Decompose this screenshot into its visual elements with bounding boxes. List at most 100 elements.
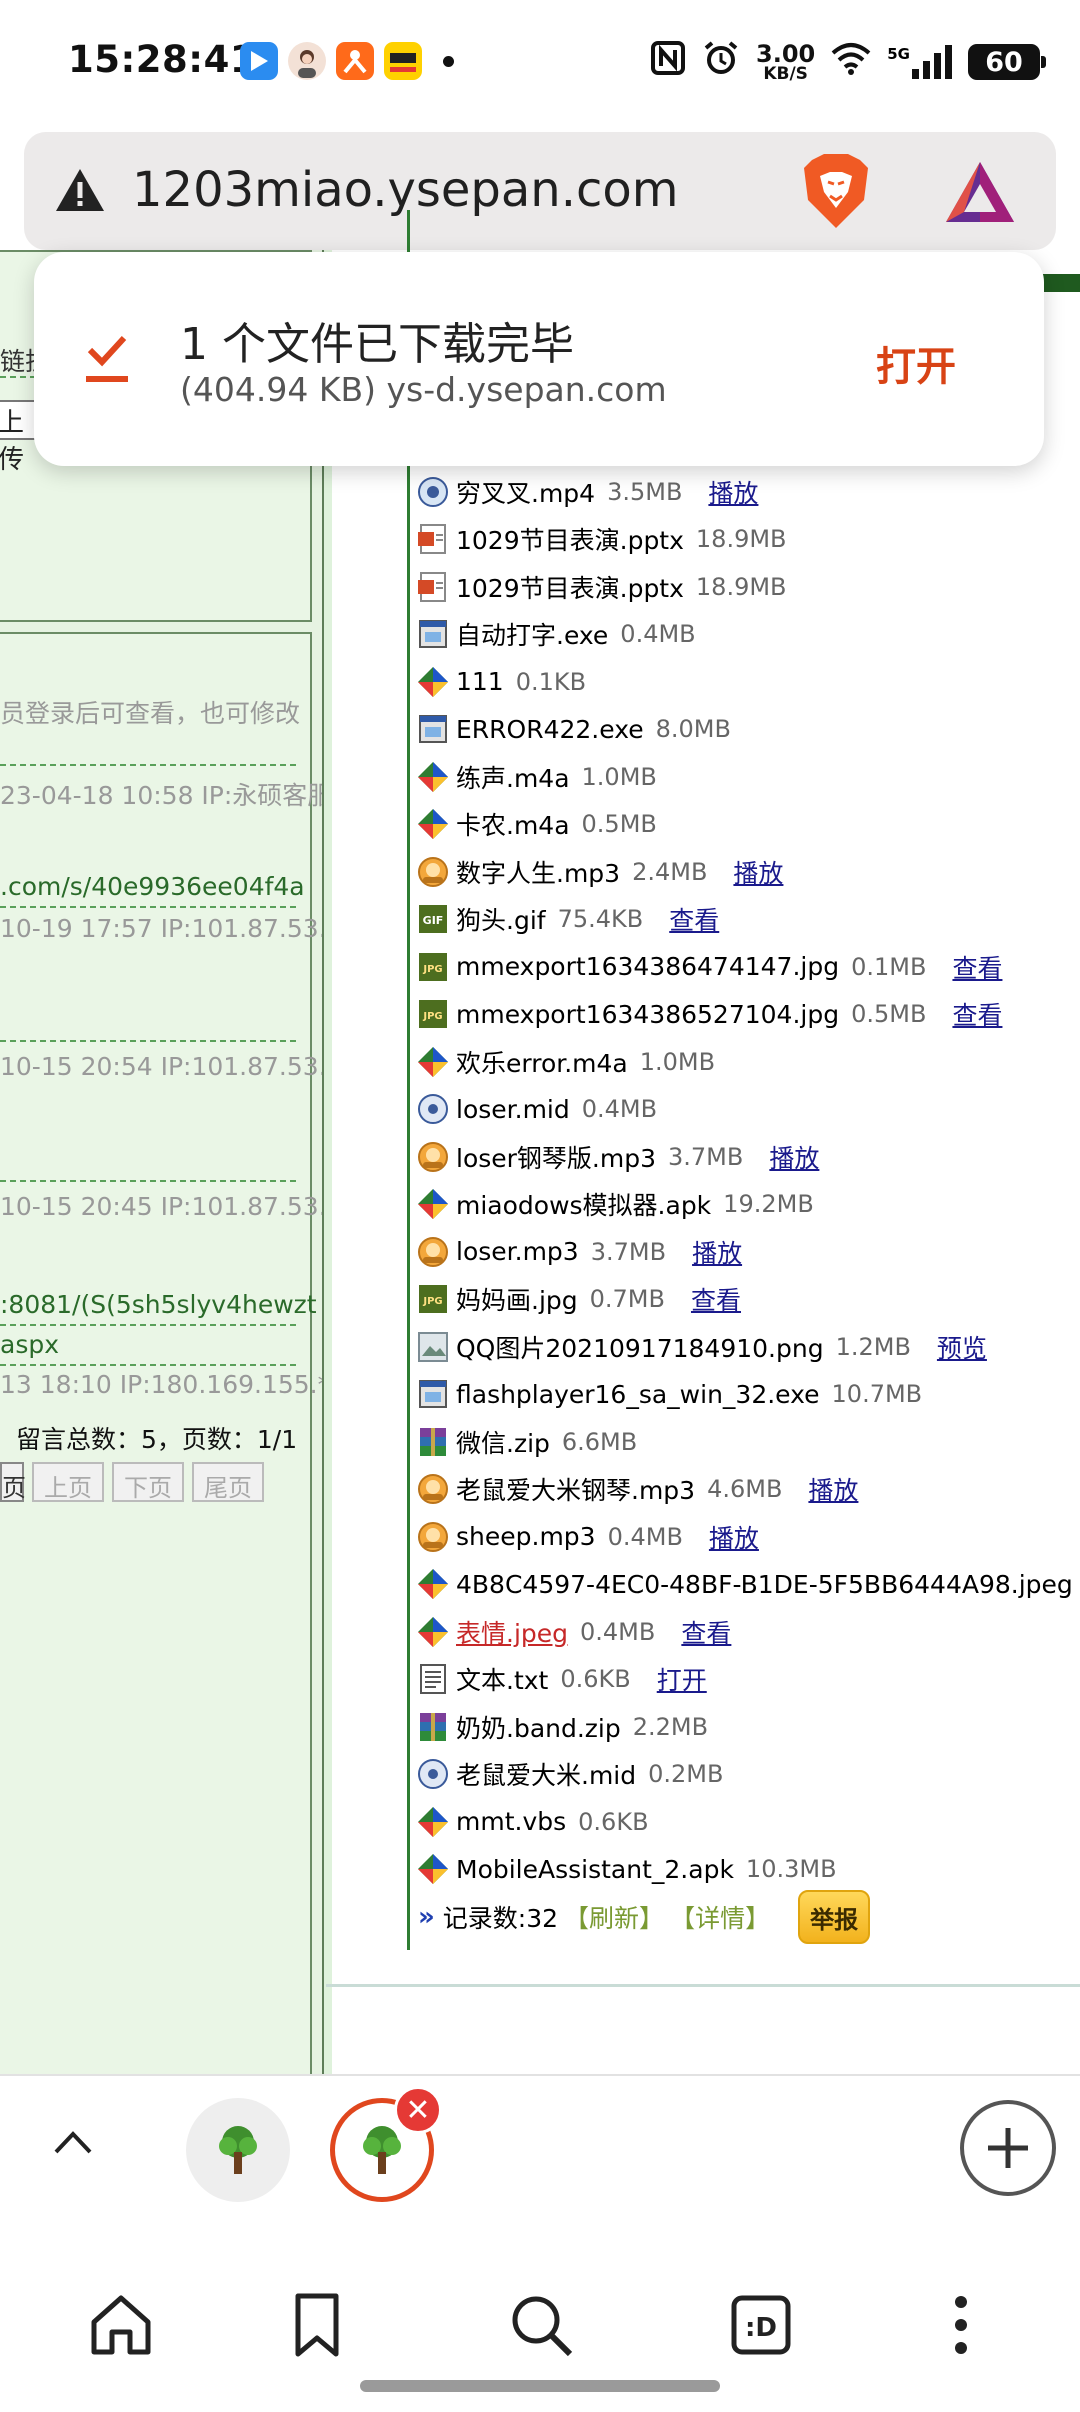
file-action-link[interactable]: 播放 — [692, 1234, 742, 1270]
open-file-button[interactable]: 打开 — [876, 334, 956, 392]
file-name-link[interactable]: 老鼠爱大米.mid — [456, 1756, 636, 1792]
file-action-link[interactable]: 播放 — [708, 474, 758, 510]
new-tab-button[interactable] — [960, 2100, 1056, 2196]
report-button[interactable]: 举报 — [798, 1890, 871, 1944]
file-name-link[interactable]: loser.mp3 — [456, 1237, 579, 1266]
file-size: 0.4MB — [580, 1617, 656, 1646]
file-name-link[interactable]: 表情.jpeg — [456, 1614, 568, 1650]
file-name-link[interactable]: 练声.m4a — [456, 759, 570, 795]
close-tab-icon[interactable]: ✕ — [394, 2086, 442, 2134]
records-bar: » 记录数:32 【刷新】 【详情】 举报 — [418, 1890, 871, 1944]
divider — [0, 1040, 296, 1042]
svg-text:JPG: JPG — [422, 1296, 442, 1307]
audio-icon — [418, 1474, 448, 1505]
home-icon[interactable] — [86, 2290, 156, 2360]
pager-prev-button[interactable]: 上页 — [32, 1462, 104, 1502]
presentation-icon — [418, 524, 446, 555]
refresh-link[interactable]: 【刷新】 — [564, 1899, 664, 1935]
file-row: loser钢琴版.mp3 3.7MB 播放 — [416, 1133, 1080, 1181]
file-row: 1029节目表演.pptx 18.9MB — [416, 563, 1080, 611]
file-name-link[interactable]: 文本.txt — [456, 1661, 548, 1697]
divider — [0, 906, 296, 908]
file-size: 0.5MB — [581, 810, 657, 839]
file-action-link[interactable]: 查看 — [952, 949, 1002, 985]
file-name-link[interactable]: 自动打字.exe — [456, 616, 608, 652]
browser-screen: { "status_bar": { "time": "15:28:41", "s… — [0, 0, 1080, 2412]
file-action-link[interactable]: 查看 — [691, 1281, 741, 1317]
avatar-notification-icon — [288, 42, 326, 80]
more-menu-icon[interactable] — [926, 2290, 996, 2360]
file-action-link[interactable]: 播放 — [733, 854, 783, 890]
url-text[interactable]: 1203miao.ysepan.com — [132, 162, 678, 218]
executable-icon — [419, 1380, 447, 1409]
file-action-link[interactable]: 预览 — [937, 1329, 987, 1365]
archive-icon — [420, 1712, 446, 1741]
search-icon[interactable] — [506, 2290, 576, 2360]
file-name-link[interactable]: 4B8C4597-4EC0-48BF-B1DE-5F5BB6444A98.jpe… — [456, 1570, 1073, 1599]
file-name-link[interactable]: sheep.mp3 — [456, 1522, 596, 1551]
file-name-link[interactable]: 老鼠爱大米钢琴.mp3 — [456, 1471, 695, 1507]
file-name-link[interactable]: miaodows模拟器.apk — [456, 1186, 711, 1222]
file-name-link[interactable]: MobileAssistant_2.apk — [456, 1855, 734, 1884]
tab-switcher-icon[interactable]: :D — [726, 2290, 796, 2360]
toast-subtitle: (404.94 KB) ys-d.ysepan.com — [180, 370, 667, 409]
file-name-link[interactable]: 数字人生.mp3 — [456, 854, 620, 890]
file-action-link[interactable]: 播放 — [709, 1519, 759, 1555]
file-size: 6.6MB — [561, 1427, 638, 1456]
file-name-link[interactable]: 奶奶.band.zip — [456, 1709, 621, 1745]
file-action-link[interactable]: 打开 — [657, 1661, 707, 1697]
message-link[interactable]: .com/s/40e9936ee04f4a — [0, 872, 305, 901]
message-link[interactable]: aspx — [0, 1330, 59, 1359]
file-name-link[interactable]: 穷叉叉.mp4 — [456, 474, 595, 510]
file-name-link[interactable]: 111 — [456, 667, 504, 696]
file-row: JPG mmexport1634386474147.jpg 0.1MB 查看 — [416, 943, 1080, 991]
details-link[interactable]: 【详情】 — [670, 1899, 770, 1935]
pager-next-button[interactable]: 下页 — [112, 1462, 184, 1502]
address-bar[interactable]: 1203miao.ysepan.com — [24, 132, 1056, 250]
file-name-link[interactable]: 狗头.gif — [456, 901, 546, 937]
file-name-link[interactable]: 卡农.m4a — [456, 806, 570, 842]
file-name-link[interactable]: 1029节目表演.pptx — [456, 569, 684, 605]
file-name-link[interactable]: mmt.vbs — [456, 1807, 566, 1836]
svg-text:JPG: JPG — [422, 964, 442, 975]
gesture-bar[interactable] — [360, 2380, 720, 2392]
midi-icon — [418, 1094, 448, 1125]
file-name-link[interactable]: ERROR422.exe — [456, 715, 644, 744]
message-link[interactable]: :8081/(S(5sh5slyv4hewzt — [0, 1290, 317, 1319]
file-size: 2.2MB — [632, 1712, 709, 1741]
file-name-link[interactable]: loser钢琴版.mp3 — [456, 1139, 656, 1175]
not-secure-warning-icon[interactable] — [54, 166, 106, 214]
file-name-link[interactable]: QQ图片20210917184910.png — [456, 1329, 824, 1365]
brave-rewards-icon[interactable] — [942, 158, 1018, 226]
tab-thumbnail[interactable] — [186, 2098, 290, 2202]
file-name-link[interactable]: flashplayer16_sa_win_32.exe — [456, 1380, 820, 1409]
file-name-link[interactable]: mmexport1634386474147.jpg — [456, 952, 839, 981]
chevron-up-icon[interactable] — [48, 2118, 98, 2168]
brave-shields-icon[interactable] — [800, 152, 872, 230]
status-icons: 3.00 KB/S 5G 60 — [650, 38, 1046, 86]
png-icon — [418, 1331, 448, 1362]
download-complete-toast: 1 个文件已下载完毕 (404.94 KB) ys-d.ysepan.com 打… — [34, 252, 1044, 466]
file-action-link[interactable]: 播放 — [769, 1139, 819, 1175]
file-name-link[interactable]: 微信.zip — [456, 1424, 550, 1460]
content-divider — [326, 1984, 1080, 1987]
status-bar: 15:28:41 3.00 KB/S 5G 60 — [0, 0, 1080, 126]
pager-first-button[interactable]: 页 — [0, 1462, 26, 1502]
bookmark-icon[interactable] — [282, 2290, 352, 2360]
file-action-link[interactable]: 查看 — [681, 1614, 731, 1650]
file-size: 10.7MB — [831, 1380, 923, 1409]
file-name-link[interactable]: 1029节目表演.pptx — [456, 521, 684, 557]
file-name-link[interactable]: 欢乐error.m4a — [456, 1044, 628, 1080]
file-name-link[interactable]: loser.mid — [456, 1095, 570, 1124]
pager-last-button[interactable]: 尾页 — [192, 1462, 264, 1502]
file-action-link[interactable]: 查看 — [669, 901, 719, 937]
file-row: ERROR422.exe 8.0MB — [416, 706, 1080, 754]
file-name-link[interactable]: 妈妈画.jpg — [456, 1281, 578, 1317]
file-row: 4B8C4597-4EC0-48BF-B1DE-5F5BB6444A98.jpe… — [416, 1561, 1080, 1609]
file-name-link[interactable]: mmexport1634386527104.jpg — [456, 1000, 839, 1029]
file-action-link[interactable]: 播放 — [808, 1471, 858, 1507]
tree-favicon-icon — [363, 2126, 401, 2174]
file-size: 0.6KB — [560, 1665, 631, 1694]
text-file-icon — [420, 1664, 446, 1695]
file-action-link[interactable]: 查看 — [952, 996, 1002, 1032]
